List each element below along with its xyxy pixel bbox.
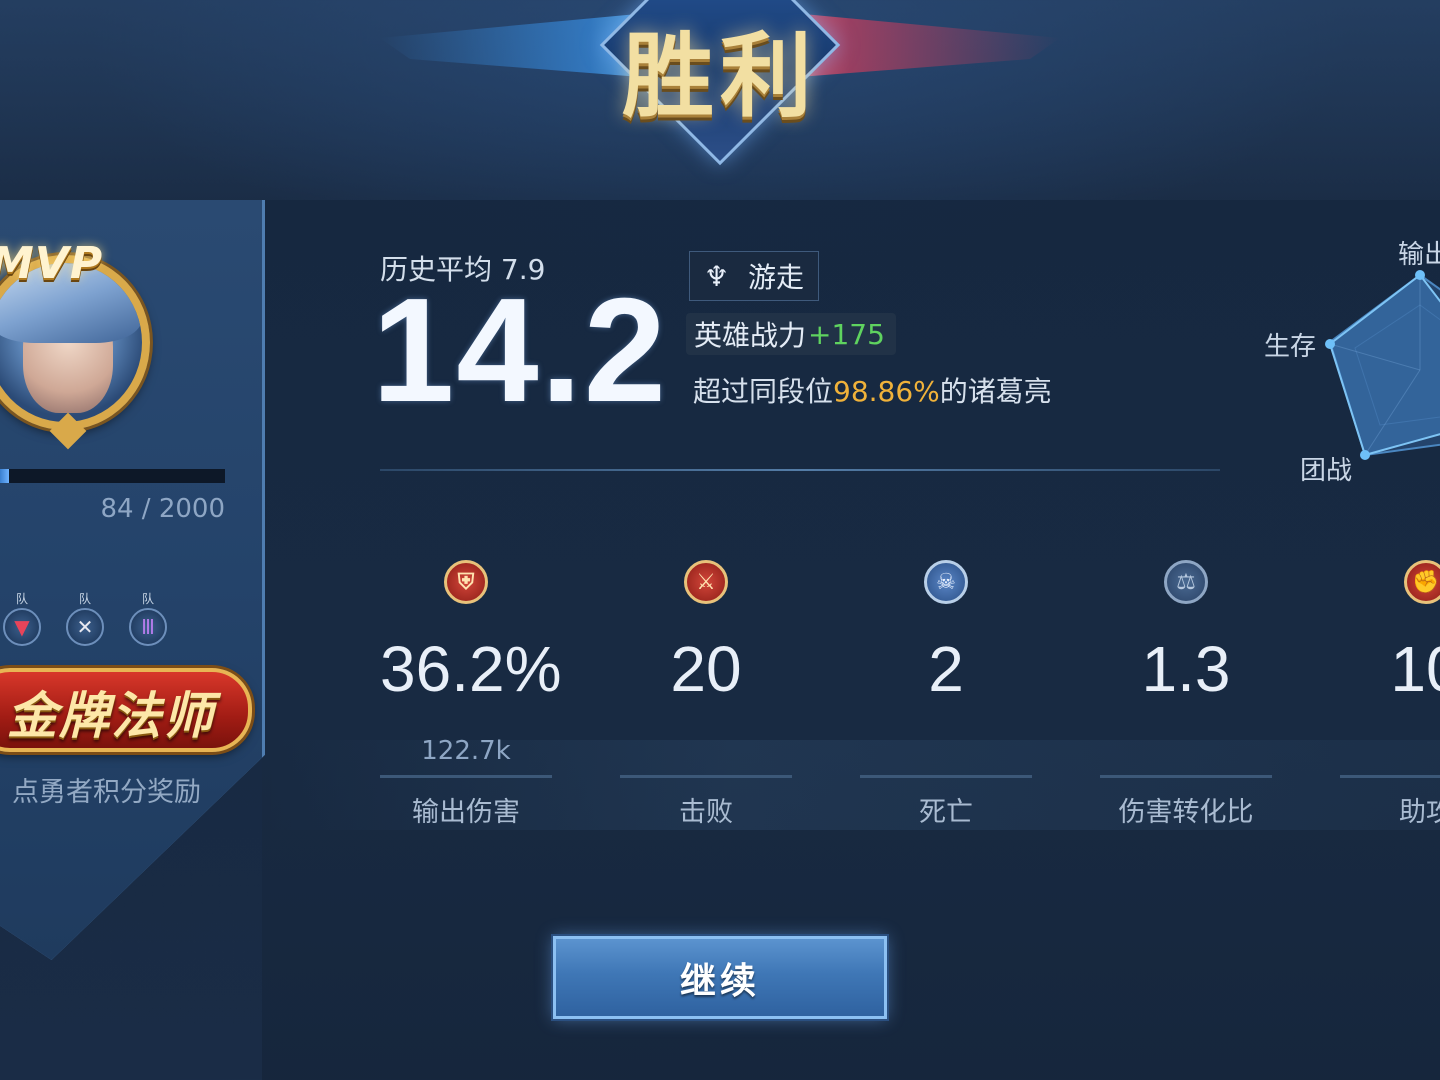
stat-subvalue: 122.7k (421, 736, 511, 766)
stat-underline (1100, 775, 1272, 778)
mvp-label: MVP (0, 238, 104, 289)
badge-tag: 队 (141, 592, 154, 606)
stat-value: 20 (670, 633, 742, 705)
role-tag: ♆ 游走 (689, 251, 819, 301)
stat-underline (380, 775, 552, 778)
exp-progress-fill (0, 469, 10, 483)
team-badge[interactable]: 队 ▼ (0, 592, 44, 648)
fist-assist-icon: ✊ (1404, 560, 1440, 604)
rank-percentile: 超过同段位98.86%的诸葛亮 (693, 370, 1052, 410)
stat-underline (620, 775, 792, 778)
reward-text: 点勇者积分奖励 (12, 777, 201, 808)
stat-underline (860, 775, 1032, 778)
power-label: 英雄战力 (694, 319, 807, 352)
stat-label: 输出伤害 (412, 797, 520, 828)
radar-point-teamfight (1360, 450, 1370, 460)
sword-kill-icon: ⚔ (684, 560, 728, 604)
exp-progress-bar (0, 469, 225, 483)
rank-suffix: 的诸葛亮 (939, 375, 1052, 408)
performance-radar: 输出 生存 团战 (1240, 230, 1440, 490)
stat-label: 死亡 (919, 797, 973, 828)
victory-banner: 胜利 (380, 0, 1060, 166)
radar-point-output (1415, 270, 1425, 280)
stat-underline (1340, 775, 1440, 778)
role-label: 游走 (748, 261, 805, 294)
section-divider (380, 469, 1220, 471)
team-badge[interactable]: 队 Ⅲ (126, 592, 170, 648)
stat-value: 1.3 (1141, 633, 1231, 705)
shirt-icon: ▼ (3, 608, 41, 646)
stat-damage: ⛨ 36.2% 122.7k 输出伤害 (380, 560, 562, 830)
radar-value-shape (1328, 273, 1440, 457)
power-delta: +175 (808, 317, 885, 351)
pillar-icon: Ⅲ (129, 608, 167, 646)
radar-label-output: 输出 (1398, 240, 1440, 270)
stat-assists: ✊ 10 助攻 (1340, 560, 1440, 830)
team-badges: 队 ▼ 队 ✕ 队 Ⅲ (0, 592, 200, 652)
damage-ratio-icon: ⚖ (1164, 560, 1208, 604)
radar-point-survival (1325, 339, 1335, 349)
team-badge[interactable]: 队 ✕ (63, 592, 107, 648)
stat-label: 助攻 (1399, 797, 1440, 828)
stat-value: 2 (928, 633, 964, 705)
crossed-swords-icon: ✕ (66, 608, 104, 646)
stat-label: 伤害转化比 (1118, 797, 1254, 828)
stat-kills: ⚔ 20 击败 (620, 560, 792, 830)
badge-tag: 队 (78, 592, 91, 606)
damage-helmet-icon: ⛨ (444, 560, 488, 604)
stat-value: 36.2% (380, 633, 562, 705)
gold-title-text: 金牌法师 (7, 686, 215, 745)
continue-button[interactable]: 继续 (553, 936, 887, 1019)
rank-prefix: 超过同段位 (693, 375, 834, 408)
skull-death-icon: ☠ (924, 560, 968, 604)
jungle-role-icon: ♆ (704, 259, 730, 293)
victory-title: 胜利 (621, 22, 818, 130)
badge-tag: 队 (15, 592, 28, 606)
stat-label: 击败 (679, 797, 733, 828)
radar-label-survival: 生存 (1264, 332, 1317, 362)
hero-power-box: 英雄战力 +175 (686, 313, 896, 355)
stat-assists-inner: ✊ 10 助攻 (1340, 560, 1440, 830)
radar-label-teamfight: 团战 (1300, 456, 1353, 486)
stat-value: 10 (1390, 633, 1440, 705)
rank-percent: 98.86% (833, 375, 940, 408)
exp-progress-text: 84 / 2000 (100, 494, 225, 524)
match-score: 14.2 (372, 268, 669, 433)
stat-deaths: ☠ 2 死亡 (860, 560, 1032, 830)
stat-damage-ratio: ⚖ 1.3 伤害转化比 (1100, 560, 1272, 830)
